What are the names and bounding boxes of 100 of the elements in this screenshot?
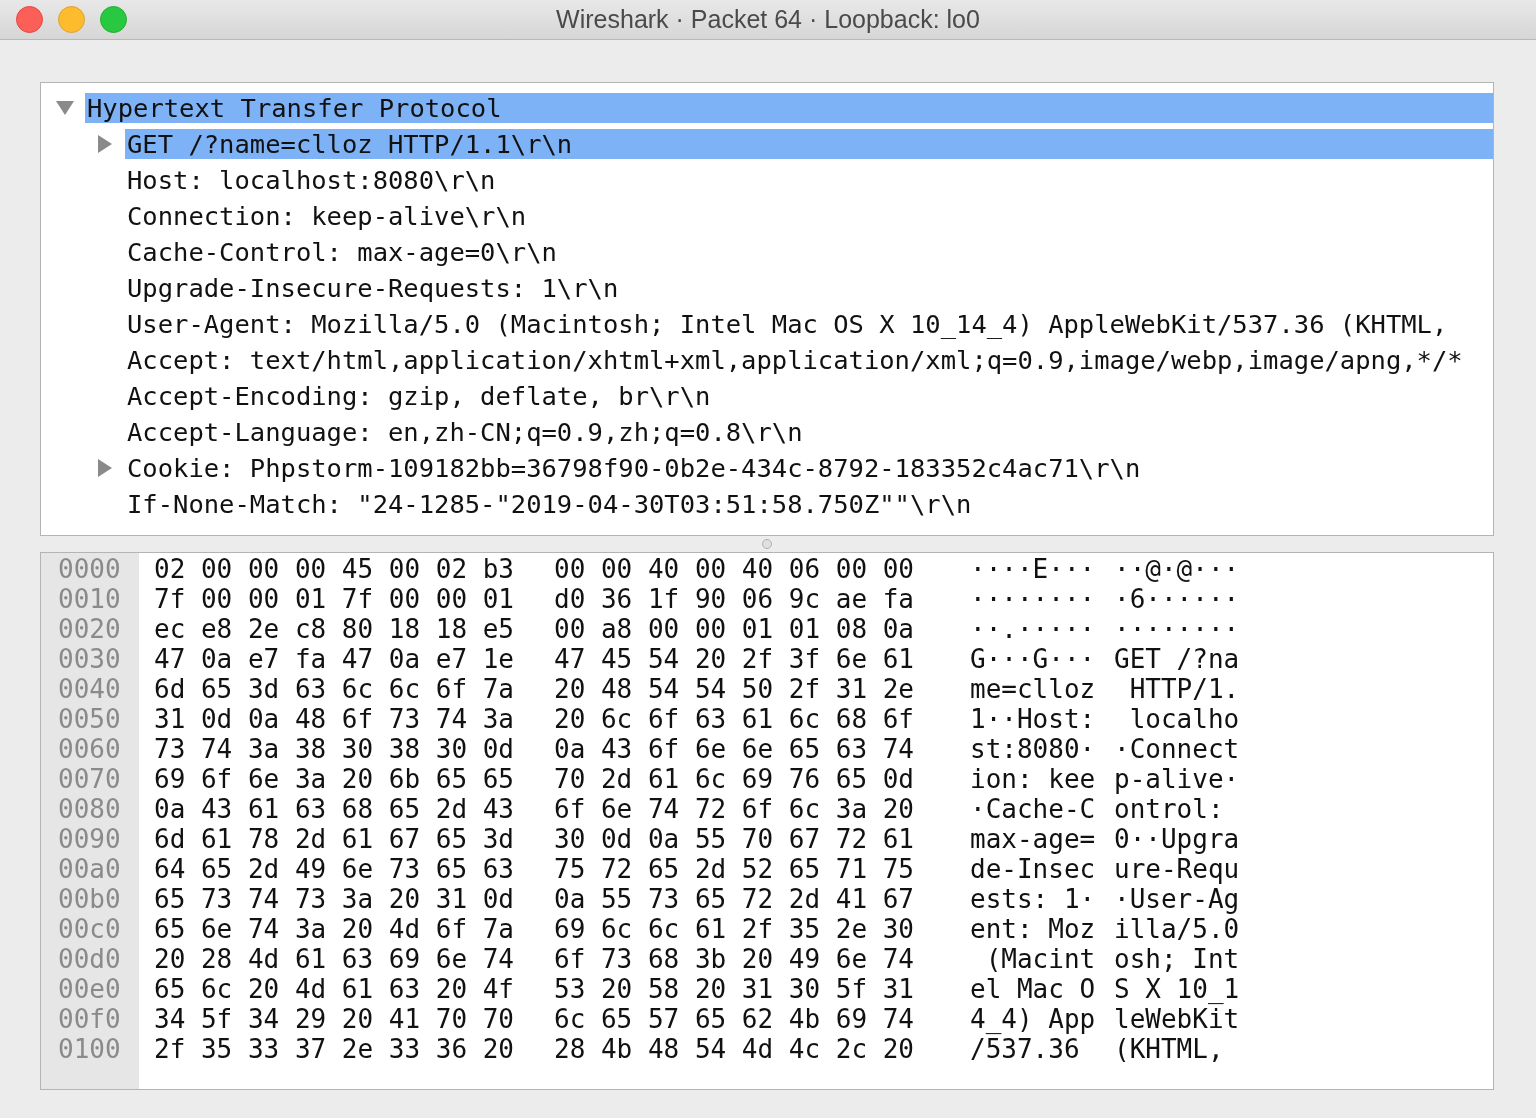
hex-bytes: 00 00 40 00 40 06 00 00 — [554, 554, 915, 584]
byte-offset: 00a0 — [58, 854, 121, 884]
hex-bytes: 6c 65 57 65 62 4b 69 74 — [554, 1004, 915, 1034]
ascii-text: ests: 1· — [970, 884, 1096, 914]
ascii-text: (Macint — [984, 944, 1096, 974]
hex-bytes: 6f 73 68 3b 20 49 6e 74 — [554, 944, 915, 974]
ascii-text: HTTP/1. — [1128, 674, 1240, 704]
ascii-text: illa/5.0 — [1114, 914, 1240, 944]
close-button[interactable] — [16, 6, 43, 33]
hex-bytes: 6d 65 3d 63 6c 6c 6f 7a — [154, 674, 515, 704]
ascii-text: 1··Host: — [970, 704, 1096, 734]
hex-bytes: 28 4b 48 54 4d 4c 2c 20 — [554, 1034, 915, 1064]
byte-offset: 0060 — [58, 734, 121, 764]
byte-offset: 0030 — [58, 644, 121, 674]
byte-offset: 00d0 — [58, 944, 121, 974]
ascii-text: ········ — [970, 584, 1096, 614]
expand-arrow-icon[interactable] — [98, 459, 112, 477]
hex-bytes: 53 20 58 20 31 30 5f 31 — [554, 974, 915, 1004]
tree-item[interactable]: Connection: keep-alive\r\n — [125, 201, 1493, 231]
hex-bytes: 47 45 54 20 2f 3f 6e 61 — [554, 644, 915, 674]
hex-bytes: 30 0d 0a 55 70 67 72 61 — [554, 824, 915, 854]
byte-offset: 0090 — [58, 824, 121, 854]
ascii-text: 4_4) App — [970, 1004, 1096, 1034]
ascii-text: osh; Int — [1114, 944, 1240, 974]
hex-bytes: 31 0d 0a 48 6f 73 74 3a — [154, 704, 515, 734]
ascii-text: localho — [1128, 704, 1240, 734]
hex-bytes: 7f 00 00 01 7f 00 00 01 — [154, 584, 515, 614]
hex-bytes: 0a 43 61 63 68 65 2d 43 — [154, 794, 515, 824]
ascii-text: ent: Moz — [970, 914, 1096, 944]
ascii-text: leWebKit — [1114, 1004, 1240, 1034]
ascii-text: ure-Requ — [1114, 854, 1240, 884]
hex-bytes: 47 0a e7 fa 47 0a e7 1e — [154, 644, 515, 674]
byte-offset: 0020 — [58, 614, 121, 644]
ascii-text: ········ — [1114, 614, 1240, 644]
byte-offset: 0010 — [58, 584, 121, 614]
hex-bytes: 0a 43 6f 6e 6e 65 63 74 — [554, 734, 915, 764]
byte-offset: 0000 — [58, 554, 121, 584]
hex-bytes: 64 65 2d 49 6e 73 65 63 — [154, 854, 515, 884]
hex-bytes: 73 74 3a 38 30 38 30 0d — [154, 734, 515, 764]
byte-offset: 0080 — [58, 794, 121, 824]
hex-bytes: 34 5f 34 29 20 41 70 70 — [154, 1004, 515, 1034]
ascii-text: ·Connect — [1114, 734, 1240, 764]
ascii-text: max-age= — [970, 824, 1096, 854]
tree-item[interactable]: GET /?name=clloz HTTP/1.1\r\n — [125, 129, 1493, 159]
hex-bytes: 0a 55 73 65 72 2d 41 67 — [554, 884, 915, 914]
ascii-text: ··.····· — [970, 614, 1096, 644]
splitter-handle[interactable] — [762, 539, 772, 549]
hex-bytes: 6f 6e 74 72 6f 6c 3a 20 — [554, 794, 915, 824]
hex-bytes: d0 36 1f 90 06 9c ae fa — [554, 584, 915, 614]
ascii-text: p-alive· — [1114, 764, 1240, 794]
tree-item[interactable]: Hypertext Transfer Protocol — [85, 93, 1493, 123]
tree-item[interactable]: If-None-Match: "24-1285-"2019-04-30T03:51:58.750Z""\r\n — [125, 489, 1493, 519]
tree-item[interactable]: Accept-Encoding: gzip, deflate, br\r\n — [125, 381, 1493, 411]
ascii-text: el Mac O — [970, 974, 1096, 1004]
collapse-arrow-icon[interactable] — [56, 101, 74, 115]
ascii-text: st:8080· — [970, 734, 1096, 764]
hex-bytes: 75 72 65 2d 52 65 71 75 — [554, 854, 915, 884]
hex-bytes: 70 2d 61 6c 69 76 65 0d — [554, 764, 915, 794]
ascii-text: me=clloz — [970, 674, 1096, 704]
byte-offset: 00f0 — [58, 1004, 121, 1034]
window-title: Wireshark · Packet 64 · Loopback: lo0 — [556, 5, 980, 33]
hex-bytes: 20 48 54 54 50 2f 31 2e — [554, 674, 915, 704]
ascii-text: G···G··· — [970, 644, 1096, 674]
expand-arrow-icon[interactable] — [98, 135, 112, 153]
byte-offset: 0070 — [58, 764, 121, 794]
byte-offset: 00c0 — [58, 914, 121, 944]
tree-item[interactable]: Upgrade-Insecure-Requests: 1\r\n — [125, 273, 1493, 303]
ascii-text: (KHTML, — [1114, 1034, 1224, 1064]
hex-bytes: 69 6f 6e 3a 20 6b 65 65 — [154, 764, 515, 794]
tree-item[interactable]: Accept-Language: en,zh-CN;q=0.9,zh;q=0.8\r\n — [125, 417, 1493, 447]
byte-offset: 0040 — [58, 674, 121, 704]
ascii-text: S X 10_1 — [1114, 974, 1240, 1004]
ascii-text: ontrol: — [1114, 794, 1224, 824]
ascii-text: ·Cache-C — [970, 794, 1096, 824]
tree-item[interactable]: Host: localhost:8080\r\n — [125, 165, 1493, 195]
hex-bytes: 65 6c 20 4d 61 63 20 4f — [154, 974, 515, 1004]
ascii-text: ·User-Ag — [1114, 884, 1240, 914]
ascii-text: ·6······ — [1114, 584, 1240, 614]
byte-offset: 00e0 — [58, 974, 121, 1004]
zoom-button[interactable] — [100, 6, 127, 33]
hex-bytes: 6d 61 78 2d 61 67 65 3d — [154, 824, 515, 854]
tree-item[interactable]: Cache-Control: max-age=0\r\n — [125, 237, 1493, 267]
ascii-text: 0··Upgra — [1114, 824, 1240, 854]
hex-bytes: 65 6e 74 3a 20 4d 6f 7a — [154, 914, 515, 944]
hex-bytes: 69 6c 6c 61 2f 35 2e 30 — [554, 914, 915, 944]
tree-item[interactable]: Cookie: Phpstorm-109182bb=36798f90-0b2e-434c-8792-183352c4ac71\r\n — [125, 453, 1493, 483]
tree-item[interactable]: User-Agent: Mozilla/5.0 (Macintosh; Intel Mac OS X 10_14_4) AppleWebKit/537.36 (KHTML, — [125, 309, 1493, 339]
ascii-text: /537.36 — [970, 1034, 1080, 1064]
ascii-text: ··@·@··· — [1114, 554, 1240, 584]
byte-offset: 00b0 — [58, 884, 121, 914]
hex-bytes: ec e8 2e c8 80 18 18 e5 — [154, 614, 515, 644]
hex-bytes: 20 28 4d 61 63 69 6e 74 — [154, 944, 515, 974]
hex-bytes: 20 6c 6f 63 61 6c 68 6f — [554, 704, 915, 734]
minimize-button[interactable] — [58, 6, 85, 33]
byte-offset: 0050 — [58, 704, 121, 734]
hex-bytes: 65 73 74 73 3a 20 31 0d — [154, 884, 515, 914]
ascii-text: ····E··· — [970, 554, 1096, 584]
tree-item[interactable]: Accept: text/html,application/xhtml+xml,application/xml;q=0.9,image/webp,image/apng,*/* — [125, 345, 1493, 375]
ascii-text: GET /?na — [1114, 644, 1240, 674]
hex-bytes: 2f 35 33 37 2e 33 36 20 — [154, 1034, 515, 1064]
